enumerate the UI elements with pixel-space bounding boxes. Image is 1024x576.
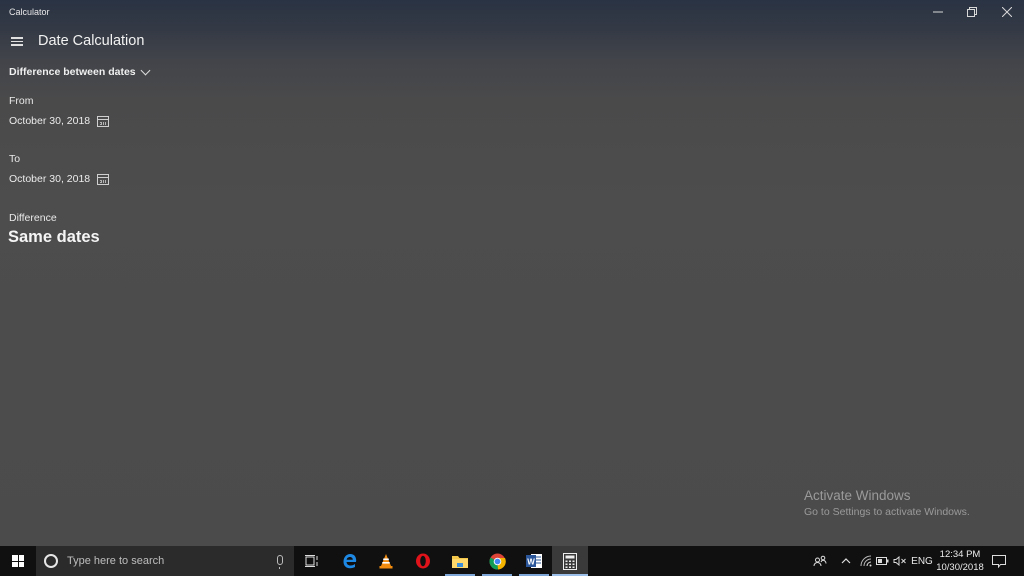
- chevron-up-icon: [841, 558, 851, 564]
- activation-watermark: Activate Windows Go to Settings to activ…: [804, 488, 970, 518]
- battery-icon: [875, 557, 888, 565]
- title-bar: Calculator: [0, 0, 1024, 26]
- wifi-icon: [860, 555, 872, 567]
- close-button[interactable]: [990, 0, 1024, 24]
- to-label: To: [9, 153, 21, 165]
- to-date-picker[interactable]: October 30, 2018: [9, 173, 110, 185]
- clock[interactable]: 12:34 PM 10/30/2018: [934, 548, 986, 574]
- taskbar-app-vlc[interactable]: [368, 546, 404, 576]
- task-view-button[interactable]: [294, 546, 330, 576]
- taskbar-app-chrome[interactable]: [479, 546, 515, 576]
- calculation-mode-dropdown[interactable]: Difference between dates: [9, 65, 151, 78]
- clock-date: 10/30/2018: [936, 562, 984, 573]
- word-icon: W: [525, 554, 542, 568]
- minimize-icon: [933, 11, 943, 13]
- notifications-icon: [992, 554, 1006, 568]
- from-date-value: October 30, 2018: [9, 115, 91, 127]
- to-date-value: October 30, 2018: [9, 173, 91, 185]
- volume-button[interactable]: [892, 546, 908, 576]
- close-icon: [1002, 7, 1012, 17]
- taskbar: Type here to search W ENG 12:34 PM 10/30…: [0, 546, 1024, 576]
- windows-logo-icon: [12, 555, 24, 567]
- calculator-window: Calculator Date Calculation Difference b…: [0, 0, 1024, 546]
- page-title: Date Calculation: [38, 33, 145, 49]
- watermark-subtitle: Go to Settings to activate Windows.: [804, 506, 970, 518]
- restore-button[interactable]: [955, 0, 989, 24]
- cortana-icon: [44, 554, 58, 568]
- difference-label: Difference: [9, 212, 57, 224]
- from-label: From: [9, 95, 34, 107]
- volume-muted-icon: [893, 556, 906, 566]
- show-hidden-icons-button[interactable]: [838, 546, 854, 576]
- action-center-button[interactable]: [988, 546, 1010, 576]
- svg-text:W: W: [527, 558, 535, 567]
- people-button[interactable]: [810, 546, 830, 576]
- folder-icon: [452, 556, 468, 568]
- from-date-picker[interactable]: October 30, 2018: [9, 115, 110, 127]
- task-view-icon: [305, 555, 318, 567]
- people-icon: [813, 555, 827, 567]
- network-button[interactable]: [858, 546, 874, 576]
- opera-icon: [416, 553, 430, 569]
- difference-result: Same dates: [8, 228, 100, 246]
- hamburger-menu-button[interactable]: [9, 35, 27, 49]
- hamburger-icon: [11, 37, 23, 39]
- chevron-down-icon: [140, 65, 151, 75]
- taskbar-app-edge[interactable]: [332, 546, 368, 576]
- mode-selected-label: Difference between dates: [9, 66, 136, 78]
- taskbar-app-file-explorer[interactable]: [442, 546, 478, 576]
- taskbar-app-calculator[interactable]: [552, 546, 588, 576]
- calculator-icon: [563, 552, 577, 570]
- restore-icon: [967, 7, 977, 17]
- taskbar-app-opera[interactable]: [405, 546, 441, 576]
- search-placeholder: Type here to search: [67, 555, 165, 567]
- vlc-icon: [379, 554, 393, 569]
- chrome-icon: [489, 553, 506, 570]
- clock-time: 12:34 PM: [939, 549, 981, 560]
- calendar-icon: [97, 173, 110, 185]
- search-box[interactable]: Type here to search: [36, 546, 294, 576]
- battery-button[interactable]: [874, 546, 890, 576]
- calendar-icon: [97, 115, 110, 127]
- app-title: Calculator: [9, 7, 50, 17]
- taskbar-app-word[interactable]: W: [516, 546, 552, 576]
- minimize-button[interactable]: [921, 0, 955, 24]
- start-button[interactable]: [0, 546, 36, 576]
- edge-icon: [343, 554, 357, 569]
- input-language[interactable]: ENG: [910, 546, 934, 576]
- watermark-title: Activate Windows: [804, 488, 911, 503]
- microphone-icon[interactable]: [277, 555, 283, 569]
